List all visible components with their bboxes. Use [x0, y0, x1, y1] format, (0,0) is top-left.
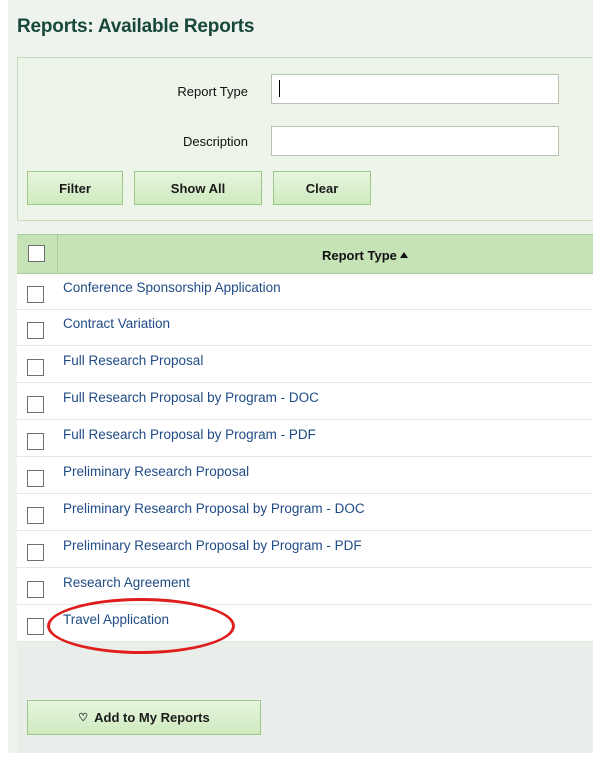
row-checkbox[interactable] — [27, 618, 44, 635]
description-input[interactable] — [271, 126, 559, 156]
report-link[interactable]: Full Research Proposal — [63, 353, 203, 368]
report-type-input[interactable] — [271, 74, 559, 104]
row-checkbox[interactable] — [27, 581, 44, 598]
description-label: Description — [182, 134, 248, 149]
report-link[interactable]: Full Research Proposal by Program - DOC — [63, 390, 319, 405]
report-type-label: Report Type — [177, 84, 248, 99]
reports-table: Report Type Conference Sponsorship Appli… — [17, 234, 593, 642]
table-row: Full Research Proposal by Program - DOC — [17, 384, 593, 420]
row-checkbox[interactable] — [27, 507, 44, 524]
row-checkbox[interactable] — [27, 544, 44, 561]
page-title: Reports: Available Reports — [17, 16, 255, 37]
table-row: Full Research Proposal by Program - PDF — [17, 421, 593, 457]
table-row: Research Agreement — [17, 569, 593, 605]
report-link[interactable]: Preliminary Research Proposal — [63, 464, 249, 479]
report-link[interactable]: Conference Sponsorship Application — [63, 280, 281, 295]
header-checkbox-cell — [17, 235, 58, 273]
table-row: Conference Sponsorship Application — [17, 274, 593, 310]
page: Reports: Available Reports Report Type D… — [0, 0, 593, 758]
column-header-report-type[interactable]: Report Type — [322, 248, 408, 263]
row-checkbox[interactable] — [27, 359, 44, 376]
report-link[interactable]: Research Agreement — [63, 575, 190, 590]
row-checkbox[interactable] — [27, 433, 44, 450]
filter-panel: Report Type Description Filter Show All … — [17, 57, 593, 221]
select-all-checkbox[interactable] — [28, 245, 45, 262]
clear-button[interactable]: Clear — [273, 171, 371, 205]
report-link[interactable]: Travel Application — [63, 612, 169, 627]
report-link[interactable]: Full Research Proposal by Program - PDF — [63, 427, 316, 442]
table-row: Travel Application — [17, 606, 593, 642]
row-checkbox[interactable] — [27, 470, 44, 487]
report-link[interactable]: Contract Variation — [63, 316, 170, 331]
text-caret — [279, 80, 280, 97]
heart-outline-icon: ♡ — [78, 712, 89, 724]
report-link[interactable]: Preliminary Research Proposal by Program… — [63, 501, 365, 516]
table-header: Report Type — [17, 234, 593, 274]
add-to-my-reports-label: Add to My Reports — [94, 710, 210, 725]
table-row: Preliminary Research Proposal by Program… — [17, 532, 593, 568]
sort-ascending-icon — [399, 252, 408, 258]
table-footer-area — [17, 642, 593, 753]
column-header-label: Report Type — [322, 248, 397, 263]
table-row: Full Research Proposal — [17, 347, 593, 383]
table-row: Preliminary Research Proposal — [17, 458, 593, 494]
filter-button[interactable]: Filter — [27, 171, 123, 205]
add-to-my-reports-button[interactable]: ♡ Add to My Reports — [27, 700, 261, 735]
table-row: Contract Variation — [17, 310, 593, 346]
table-row: Preliminary Research Proposal by Program… — [17, 495, 593, 531]
row-checkbox[interactable] — [27, 286, 44, 303]
show-all-button[interactable]: Show All — [134, 171, 262, 205]
report-link[interactable]: Preliminary Research Proposal by Program… — [63, 538, 362, 553]
row-checkbox[interactable] — [27, 396, 44, 413]
row-checkbox[interactable] — [27, 322, 44, 339]
